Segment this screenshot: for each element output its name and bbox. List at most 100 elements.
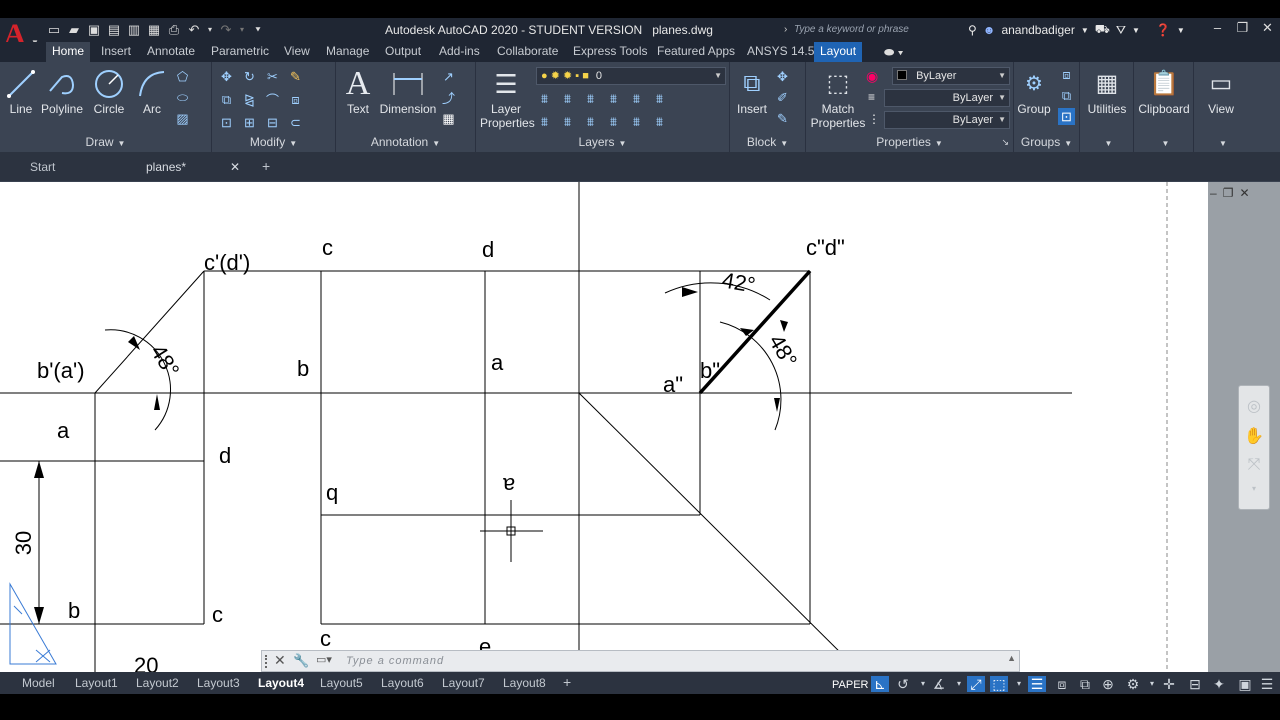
plot-icon[interactable]: ▦ [146, 22, 162, 38]
tab-ansys[interactable]: ANSYS 14.5 [741, 42, 820, 62]
zoom-icon[interactable]: ⤧ [1239, 456, 1269, 474]
undo-dropdown-icon[interactable]: ▾ [206, 22, 214, 38]
customize-toolbar-icon[interactable]: ⯆ [250, 22, 266, 38]
search-box[interactable]: › Type a keyword or phrase [784, 21, 960, 39]
isolate-objects-icon[interactable]: ⊟ [1186, 676, 1204, 692]
grid-icon[interactable]: ⊾ [871, 676, 889, 692]
tab-annotate[interactable]: Annotate [141, 42, 201, 62]
properties-panel-title[interactable]: Properties ▼ ↘ [806, 134, 1013, 150]
undo-icon[interactable]: ↶ [186, 22, 202, 38]
layer-tool-icon[interactable]: ⩩ [651, 90, 668, 107]
trim-icon[interactable]: ✂ [264, 68, 281, 85]
chevron-down-icon[interactable]: ▾ [1143, 676, 1161, 692]
chevron-down-icon[interactable]: ▾ [950, 676, 968, 692]
layer-tool-icon[interactable]: ⩩ [536, 90, 553, 107]
clean-screen-icon[interactable]: ▣ [1236, 676, 1254, 692]
autodesk-app-icon[interactable]: ⛛ [1116, 23, 1126, 38]
close-icon[interactable]: ✕ [1239, 186, 1249, 200]
tab-manage[interactable]: Manage [320, 42, 375, 62]
tab-layout2[interactable]: Layout2 [136, 676, 179, 690]
layer-tool-icon[interactable]: ⩩ [651, 113, 668, 130]
tab-output[interactable]: Output [379, 42, 427, 62]
tab-layout5[interactable]: Layout5 [320, 676, 363, 690]
match-properties-tool[interactable]: ⬚ Match Properties [810, 66, 866, 131]
print-icon[interactable]: ⎙ [166, 22, 182, 38]
tab-insert[interactable]: Insert [95, 42, 137, 62]
stretch-icon[interactable]: ⊡ [218, 114, 235, 131]
tab-view[interactable]: View [278, 42, 316, 62]
move-icon[interactable]: ✥ [218, 68, 235, 85]
layer-tool-icon[interactable]: ⩩ [605, 113, 622, 130]
utilities-tool[interactable]: ▦ Utilities [1080, 66, 1134, 117]
tab-layout7[interactable]: Layout7 [442, 676, 485, 690]
panel-utilities[interactable]: ▦ Utilities ▼ [1080, 62, 1134, 152]
tab-home[interactable]: Home [46, 42, 91, 62]
dimension-tool[interactable]: Dimension [378, 66, 438, 116]
edit-block-icon[interactable]: ✐ [774, 89, 791, 106]
color-dropdown[interactable]: ByLayer ▼ [892, 67, 1010, 85]
restore-icon[interactable]: ❐ [1223, 186, 1234, 200]
chevron-down-icon[interactable]: ▾ [1239, 484, 1269, 493]
draw-panel-title[interactable]: Draw ▼ [0, 134, 211, 150]
paper-space-toggle[interactable]: PAPER [832, 679, 868, 691]
leader-icon[interactable]: ↗ [440, 68, 457, 85]
layer-tool-icon[interactable]: ⩩ [559, 113, 576, 130]
lineweight-dropdown[interactable]: ByLayer ▼ [884, 111, 1010, 129]
drag-handle[interactable] [265, 655, 269, 668]
tab-layout4[interactable]: Layout4 [258, 676, 304, 690]
redo-icon[interactable]: ↷ [218, 22, 234, 38]
polygon-icon[interactable]: ⬠ [174, 68, 191, 85]
command-input[interactable] [346, 653, 986, 669]
search-input[interactable]: Type a keyword or phrase [794, 24, 909, 35]
minimize-icon[interactable]: – [1210, 186, 1217, 200]
drawing-canvas[interactable]: c'(d') c d c"d" b'(a') b a a" b" 48° 42°… [0, 182, 1208, 672]
groups-panel-title[interactable]: Groups ▼ [1014, 134, 1079, 150]
snap-icon[interactable]: ↺ [894, 676, 912, 692]
insert-block-tool[interactable]: ⧉ Insert [734, 66, 770, 117]
modify-panel-title[interactable]: Modify ▼ [212, 134, 335, 150]
object-snap-icon[interactable]: ⬚ [990, 676, 1008, 692]
chevron-down-icon[interactable]: ▼ [1081, 26, 1089, 35]
chevron-down-icon[interactable]: ▾ [1010, 676, 1028, 692]
chevron-up-icon[interactable]: ▲ [1007, 653, 1016, 663]
tab-add-ins[interactable]: Add-ins [433, 42, 486, 62]
minimize-icon[interactable]: – [1205, 20, 1230, 36]
text-tool[interactable]: A Text [342, 66, 374, 117]
save-as-icon[interactable]: ▤ [106, 22, 122, 38]
block-panel-title[interactable]: Block ▼ [730, 134, 805, 150]
new-file-icon[interactable]: ▭ [46, 22, 62, 38]
chevron-down-icon[interactable]: ▼ [1080, 134, 1133, 150]
customization-menu-icon[interactable]: ☰ [1258, 676, 1276, 692]
tab-layout[interactable]: Layout [814, 42, 863, 62]
linetype-dropdown[interactable]: ByLayer ▼ [884, 89, 1010, 107]
ungroup-icon[interactable]: ⧈ [1058, 66, 1075, 83]
mleader-icon[interactable]: ⤴ [440, 89, 457, 106]
hatch-icon[interactable]: ▨ [174, 110, 191, 127]
workspace-gear-icon[interactable]: ⚙ [1124, 676, 1142, 692]
add-layout-icon[interactable]: + [563, 674, 571, 690]
redo-dropdown-icon[interactable]: ▾ [238, 22, 246, 38]
add-icon[interactable]: ✛ [1160, 676, 1178, 692]
customize-icon[interactable]: 🔧 [293, 653, 309, 669]
help-icon[interactable]: ❓ [1156, 23, 1171, 37]
close-icon[interactable]: ✕ [230, 152, 240, 182]
fillet-icon[interactable]: ⌒ [264, 91, 281, 108]
binoculars-icon[interactable]: ⚲ [968, 23, 977, 37]
tab-express-tools[interactable]: Express Tools [567, 42, 653, 62]
user-icon[interactable]: ☻ [983, 23, 996, 37]
publish-icon[interactable]: ▥ [126, 22, 142, 38]
tab-start[interactable]: Start [30, 160, 55, 174]
chevron-down-icon[interactable]: ▼ [1177, 26, 1185, 35]
chevron-down-icon[interactable]: ▼ [1132, 26, 1140, 35]
layer-dropdown[interactable]: ● ✹ ✹ ▪ ■ 0 ▼ [536, 67, 726, 85]
layers-panel-title[interactable]: Layers ▼ [476, 134, 729, 150]
layer-properties-tool[interactable]: ☰ Layer Properties [480, 66, 535, 130]
ribbon-options-icon[interactable]: ⬬ ▾ [884, 45, 903, 60]
chevron-down-icon[interactable]: ▼ [1134, 134, 1193, 150]
tab-layout3[interactable]: Layout3 [197, 676, 240, 690]
layer-tool-icon[interactable]: ⩩ [628, 90, 645, 107]
explode-icon[interactable]: ⧈ [287, 91, 304, 108]
annotation-scale-icon[interactable]: ⊕ [1099, 676, 1117, 692]
layer-tool-icon[interactable]: ⩩ [628, 113, 645, 130]
layer-tool-icon[interactable]: ⩩ [582, 90, 599, 107]
